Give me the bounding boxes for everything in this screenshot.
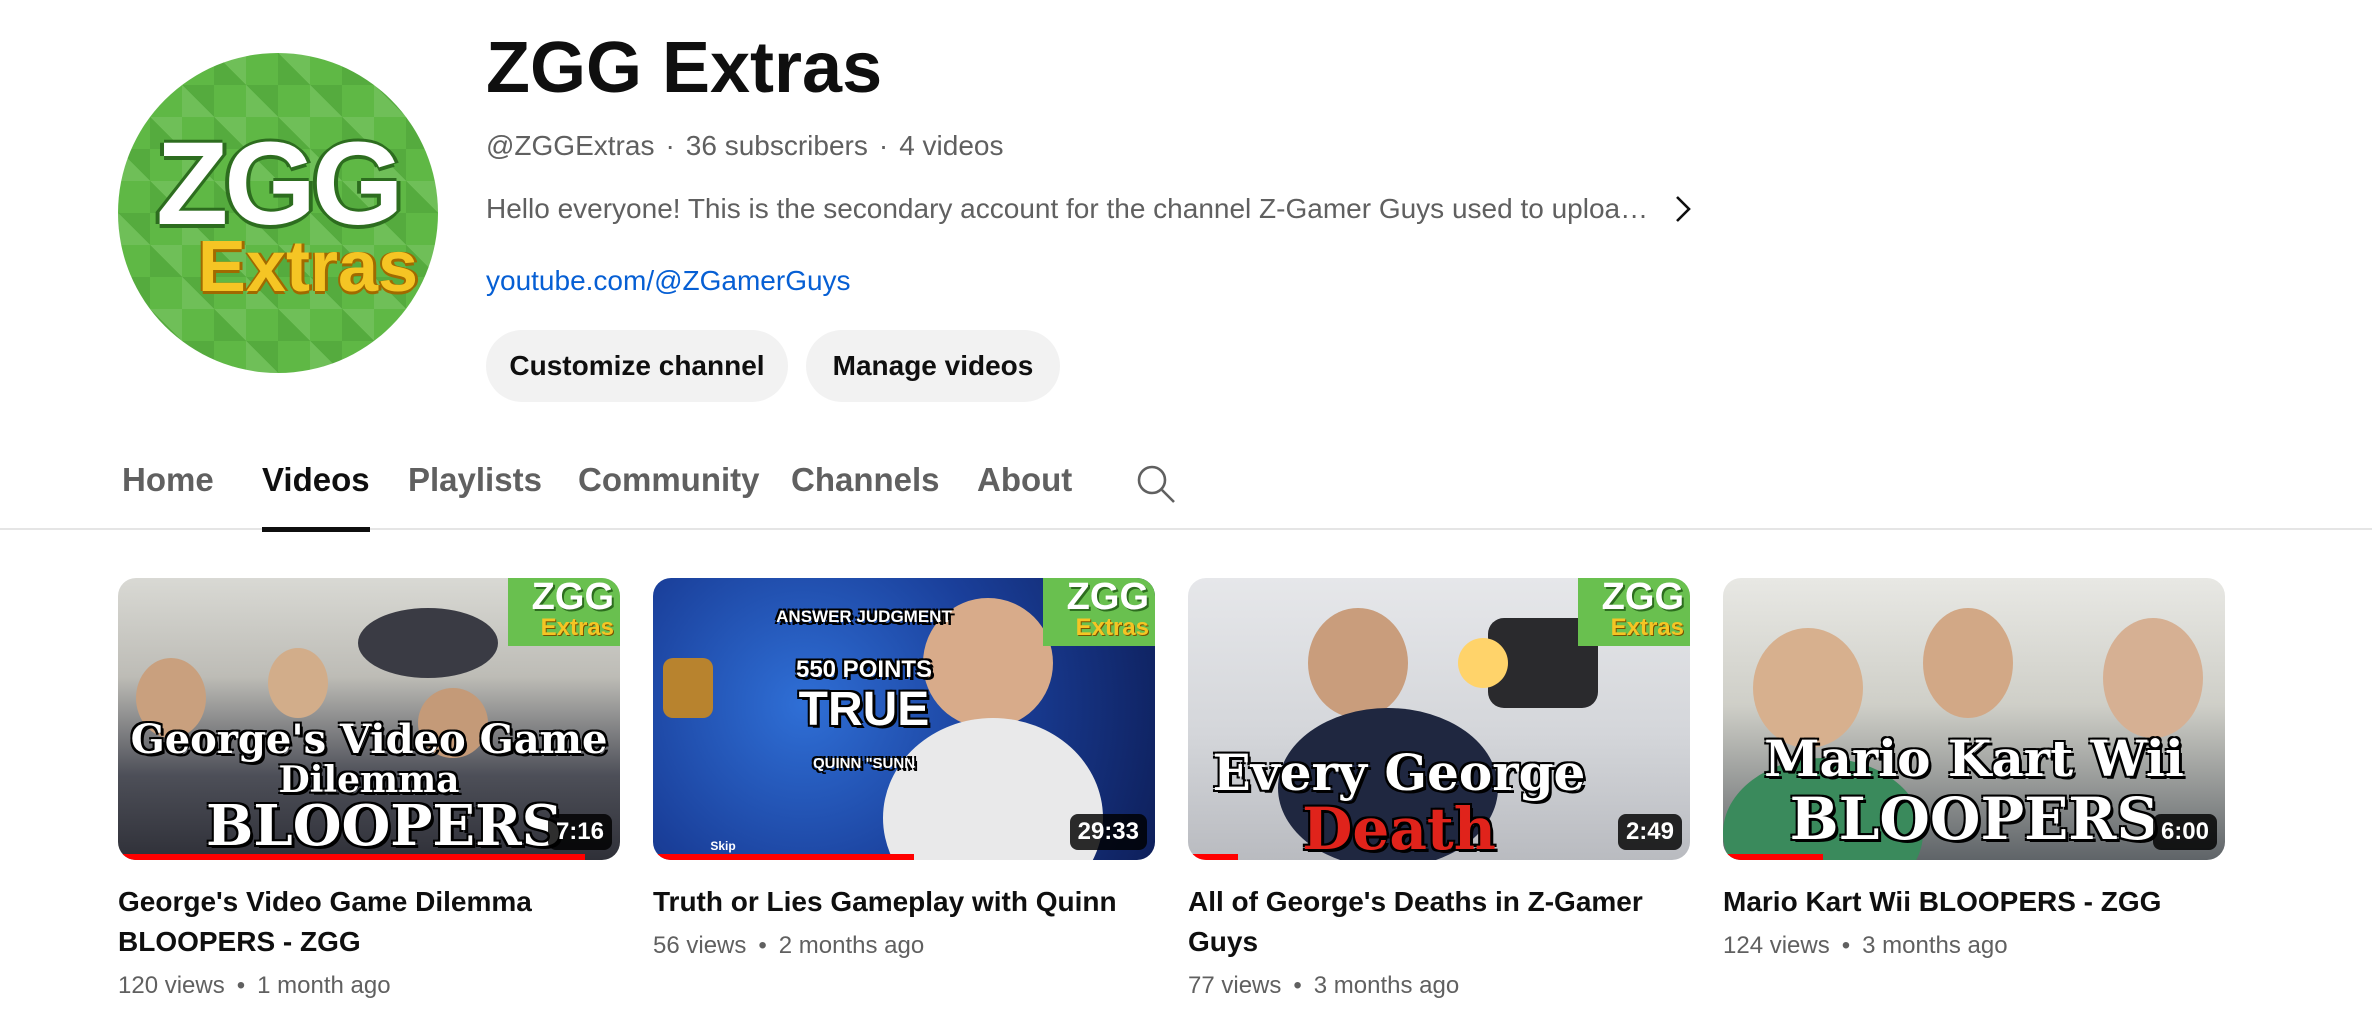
thumbnail-text: George's Video Game: [130, 716, 608, 763]
video-meta: 120 views • 1 month ago: [118, 970, 620, 1002]
watch-progress-bar: [653, 854, 915, 860]
channel-avatar[interactable]: ZGG Extras: [118, 53, 438, 373]
zgg-extras-badge: ZGG Extras: [1578, 578, 1690, 646]
tab-home[interactable]: Home: [122, 458, 214, 530]
video-title[interactable]: Mario Kart Wii BLOOPERS - ZGG: [1723, 882, 2225, 922]
avatar-logo-text-top: ZGG: [156, 118, 404, 250]
channel-tabs: Home Videos Playlists Community Channels…: [0, 448, 2372, 532]
view-count: 124 views: [1723, 932, 1830, 959]
video-title[interactable]: All of George's Deaths in Z-Gamer Guys: [1188, 882, 1690, 962]
video-meta: 77 views • 3 months ago: [1188, 970, 1690, 1002]
badge-text: ZGG: [1601, 578, 1684, 618]
upload-age: 3 months ago: [1862, 932, 2008, 959]
search-icon[interactable]: [1134, 462, 1178, 506]
upload-age: 3 months ago: [1313, 972, 1460, 999]
thumbnail-image: [1923, 608, 2013, 718]
tab-playlists[interactable]: Playlists: [408, 458, 542, 530]
view-count: 56 views: [653, 932, 747, 959]
badge-text: Extras: [1075, 614, 1149, 641]
upload-age: 1 month ago: [257, 972, 391, 999]
video-card[interactable]: ZGG Extras George's Video Game Dilemma B…: [118, 578, 620, 1002]
thumbnail-text: Death: [1302, 795, 1496, 860]
badge-text: Extras: [540, 614, 614, 641]
thumbnail-text: Skip: [710, 839, 736, 853]
chevron-right-icon[interactable]: [1674, 191, 1692, 227]
separator-dot: •: [236, 972, 246, 999]
upload-age: 2 months ago: [778, 932, 925, 959]
thumbnail-text: Mario Kart Wii: [1764, 729, 2184, 788]
video-count: 4 videos: [899, 130, 1004, 161]
tab-about[interactable]: About: [977, 458, 1072, 530]
tab-channels[interactable]: Channels: [791, 458, 940, 530]
video-card[interactable]: ZGG Extras Every George Death 2:49 All o…: [1188, 578, 1690, 1002]
video-thumbnail[interactable]: ZGG Extras George's Video Game Dilemma B…: [118, 578, 620, 860]
watch-progress-bar: [1188, 854, 1239, 860]
watch-progress-bar: [1723, 854, 1824, 860]
watch-progress-bar: [118, 854, 585, 860]
subscriber-count: 36 subscribers: [685, 130, 868, 161]
thumbnail-text: Every George: [1212, 743, 1586, 802]
thumbnail-image: [1308, 608, 1408, 718]
video-duration: 7:16: [547, 814, 612, 850]
badge-text: ZGG: [1066, 578, 1149, 618]
thumbnail-image: [358, 608, 498, 678]
customize-channel-button[interactable]: Customize channel: [486, 330, 788, 402]
description-text: Hello everyone! This is the secondary ac…: [486, 193, 1649, 224]
separator-dot: ·: [878, 130, 889, 161]
channel-description[interactable]: Hello everyone! This is the secondary ac…: [486, 191, 1691, 227]
video-thumbnail[interactable]: Mario Kart Wii BLOOPERS 6:00: [1723, 578, 2225, 860]
thumbnail-text: BLOOPERS: [206, 793, 563, 859]
channel-name: ZGG Extras: [486, 28, 883, 108]
video-meta: 56 views • 2 months ago: [653, 930, 1155, 962]
thumbnail-image: [1458, 638, 1508, 688]
tab-community[interactable]: Community: [578, 458, 760, 530]
video-card[interactable]: ANSWER JUDGMENT 550 POINTS TRUE QUINN "S…: [653, 578, 1155, 962]
view-count: 120 views: [118, 972, 225, 999]
video-title[interactable]: Truth or Lies Gameplay with Quinn: [653, 882, 1155, 922]
thumbnail-image: [2103, 618, 2203, 738]
video-duration: 6:00: [2152, 814, 2217, 850]
avatar-logo-text-bottom: Extras: [197, 227, 419, 307]
badge-text: Extras: [1610, 614, 1684, 641]
video-card[interactable]: Mario Kart Wii BLOOPERS 6:00 Mario Kart …: [1723, 578, 2225, 962]
video-thumbnail[interactable]: ZGG Extras Every George Death 2:49: [1188, 578, 1690, 860]
thumbnail-image: [268, 648, 328, 718]
video-title[interactable]: George's Video Game Dilemma BLOOPERS - Z…: [118, 882, 620, 962]
channel-meta: @ZGGExtras · 36 subscribers · 4 videos: [486, 128, 1003, 164]
video-thumbnail[interactable]: ANSWER JUDGMENT 550 POINTS TRUE QUINN "S…: [653, 578, 1155, 860]
channel-handle: @ZGGExtras: [486, 130, 655, 161]
thumbnail-text: TRUE: [798, 683, 930, 736]
thumbnail-text: 550 POINTS: [795, 656, 933, 683]
video-meta: 124 views • 3 months ago: [1723, 930, 2225, 962]
channel-page: ZGG Extras ZGG Extras @ZGGExtras · 36 su…: [0, 0, 2372, 1030]
separator-dot: •: [1293, 972, 1302, 999]
badge-text: ZGG: [531, 578, 614, 618]
thumbnail-text: QUINN "SUNN: [812, 755, 916, 772]
separator-dot: •: [758, 932, 767, 959]
thumbnail-text: BLOOPERS: [1789, 785, 2159, 853]
zgg-extras-badge: ZGG Extras: [508, 578, 620, 646]
zgg-extras-badge: ZGG Extras: [1043, 578, 1155, 646]
separator-dot: ·: [665, 130, 675, 161]
manage-videos-button[interactable]: Manage videos: [806, 330, 1060, 402]
video-duration: 2:49: [1617, 814, 1682, 850]
separator-dot: •: [1841, 932, 1851, 959]
video-duration: 29:33: [1069, 814, 1147, 850]
view-count: 77 views: [1188, 972, 1282, 999]
tab-videos[interactable]: Videos: [262, 458, 370, 532]
channel-link[interactable]: youtube.com/@ZGamerGuys: [486, 263, 851, 299]
